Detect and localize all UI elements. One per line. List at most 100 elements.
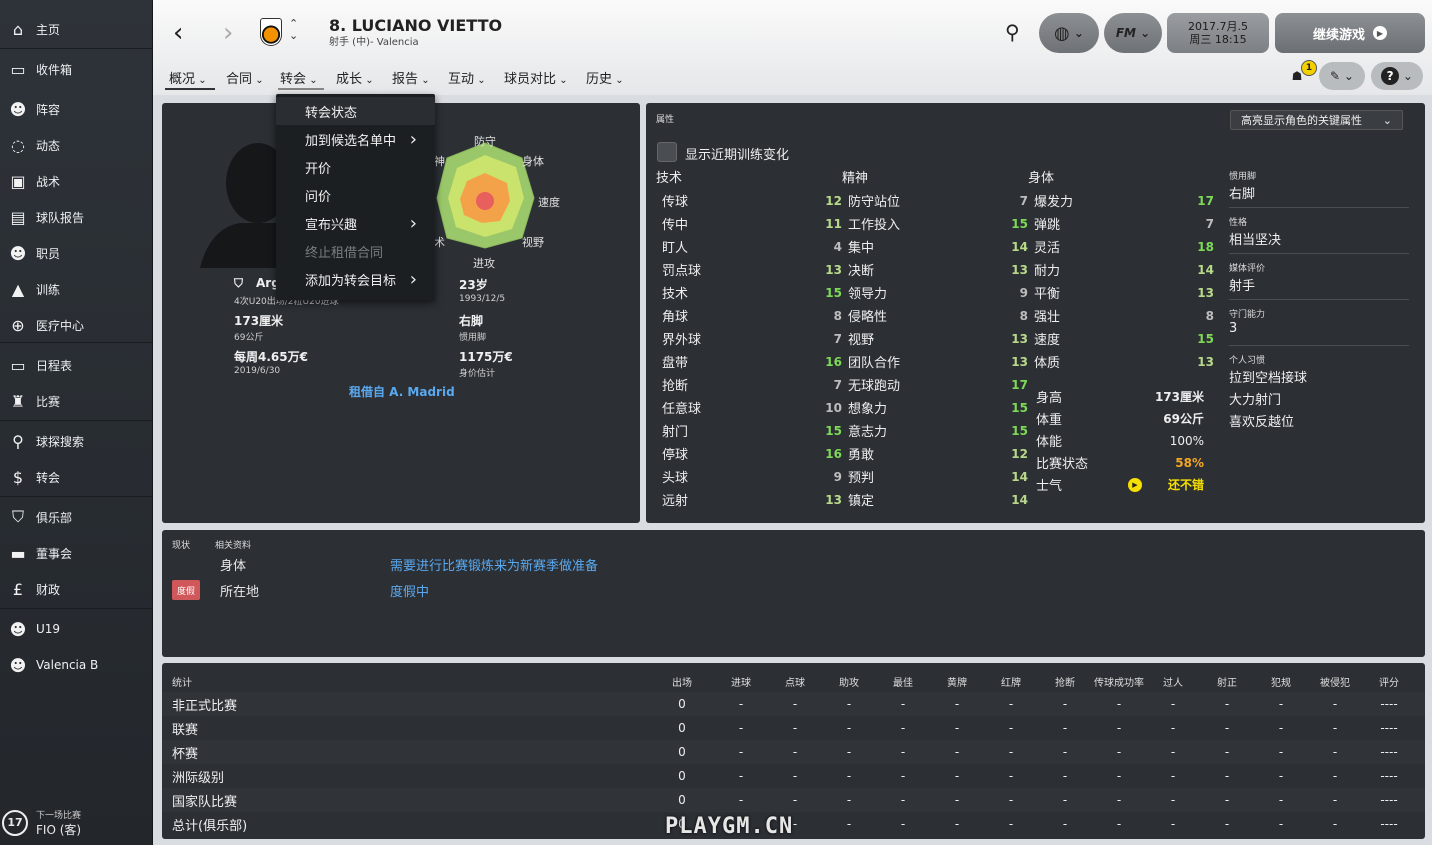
stats-header-6[interactable]: 红牌	[981, 674, 1041, 689]
next-match[interactable]: 17 下一场比赛 FIO (客)	[0, 800, 153, 845]
sidebar-item-3[interactable]: ◌ 动态	[0, 128, 153, 162]
player-switch-icon[interactable]: ⌃ ⌄	[289, 18, 298, 42]
stats-cell: -	[1332, 721, 1338, 735]
stats-header-10[interactable]: 射正	[1197, 674, 1257, 689]
dropdown-item-label: 宣布兴趣	[305, 217, 358, 233]
stats-cell: -	[792, 721, 798, 735]
sidebar-item-9[interactable]: ▭ 日程表	[0, 348, 153, 382]
stats-cell: -	[792, 793, 798, 807]
search-icon[interactable]: ⚲	[1005, 20, 1020, 44]
chevron-down-icon: ⌄	[1382, 113, 1392, 127]
related-tab[interactable]: 相关资料	[215, 538, 251, 551]
tab-0[interactable]: 概况 ⌄	[169, 68, 207, 87]
chevron-right-icon: ›	[409, 212, 417, 234]
date-display[interactable]: 2017.7月.5 周三 18:15	[1167, 13, 1269, 53]
sidebar-item-11[interactable]: ⚲ 球探搜索	[0, 424, 153, 458]
sidebar-item-17[interactable]: ☻ Valencia B	[0, 648, 153, 682]
continue-label: 继续游戏	[1312, 27, 1365, 43]
sidebar-item-12[interactable]: $ 转会	[0, 460, 153, 494]
tab-3[interactable]: 成长 ⌄	[336, 68, 374, 87]
stats-header-1[interactable]: 进球	[711, 674, 771, 689]
stats-header-4[interactable]: 最佳	[873, 674, 933, 689]
attribute-name: 传中	[662, 218, 689, 233]
sidebar-item-1[interactable]: ▭ 收件箱	[0, 52, 153, 86]
stats-cell: -	[1278, 745, 1284, 759]
sidebar-item-8[interactable]: ⊕ 医疗中心	[0, 308, 153, 342]
sidebar-item-6[interactable]: ☻ 职员	[0, 236, 153, 270]
forward-arrow-icon[interactable]: ›	[223, 20, 233, 46]
stats-header-12[interactable]: 被侵犯	[1305, 674, 1365, 689]
sidebar-item-5[interactable]: ▤ 球队报告	[0, 200, 153, 234]
stats-header-0[interactable]: 出场	[652, 674, 712, 689]
tab-4[interactable]: 报告 ⌄	[392, 68, 430, 87]
club-crest-icon[interactable]	[260, 18, 282, 46]
stats-cell: -	[1008, 769, 1014, 783]
sidebar-item-13[interactable]: ⛉ 俱乐部	[0, 500, 153, 534]
stats-cell: -	[1116, 817, 1122, 831]
stats-cell: -	[1224, 817, 1230, 831]
sidebar-item-7[interactable]: ▲ 训练	[0, 272, 153, 306]
training-changes-checkbox[interactable]	[657, 142, 677, 162]
stats-cell: -	[954, 721, 960, 735]
stats-header-5[interactable]: 黄牌	[927, 674, 987, 689]
stats-header-11[interactable]: 犯规	[1251, 674, 1311, 689]
fm-menu-button[interactable]: FM ⌄	[1104, 13, 1162, 53]
stats-header-3[interactable]: 助攻	[819, 674, 879, 689]
squad-icon: ☻	[9, 99, 27, 119]
tab-5[interactable]: 互动 ⌄	[448, 68, 486, 87]
tab-6[interactable]: 球员对比 ⌄	[504, 68, 568, 87]
status-tab[interactable]: 现状	[172, 538, 190, 551]
stats-cell: -	[1170, 745, 1176, 759]
stats-header-9[interactable]: 过人	[1143, 674, 1203, 689]
stats-header-8[interactable]: 传球成功率	[1089, 674, 1149, 689]
dynamics-icon: ◌	[11, 135, 25, 155]
radar-label-bottom: 进攻	[473, 257, 495, 270]
stats-header-2[interactable]: 点球	[765, 674, 825, 689]
dropdown-item-6[interactable]: 添加为转会目标 ›	[276, 265, 435, 293]
status-row-label: 所在地	[220, 585, 260, 600]
tab-7[interactable]: 历史 ⌄	[586, 68, 624, 87]
side-heading: 个人习惯	[1229, 356, 1266, 366]
dropdown-item-1[interactable]: 加到候选名单中 ›	[276, 125, 435, 153]
physical-extra-row: 士气 还不错 ▶	[1036, 473, 1204, 496]
sidebar-item-0[interactable]: ⌂ 主页	[0, 12, 153, 46]
stats-row-label: 杯赛	[172, 746, 199, 762]
attribute-value: 14	[1197, 262, 1214, 277]
loan-link[interactable]: 租借自 A. Madrid	[349, 383, 455, 400]
back-arrow-icon[interactable]: ‹	[173, 20, 183, 46]
tab-1[interactable]: 合同 ⌄	[226, 68, 264, 87]
dropdown-item-3[interactable]: 问价	[276, 181, 435, 209]
tab-2[interactable]: 转会 ⌄	[280, 68, 318, 87]
globe-menu-button[interactable]: ◍ ⌄	[1039, 13, 1099, 53]
sidebar-item-14[interactable]: ▬ 董事会	[0, 536, 153, 570]
attribute-name: 速度	[1034, 333, 1061, 348]
dropdown-item-0[interactable]: 转会状态	[276, 97, 435, 125]
highlight-role-dropdown[interactable]: 高亮显示角色的关键属性 ⌄	[1230, 110, 1403, 130]
sidebar-item-10[interactable]: ♜ 比赛	[0, 384, 153, 418]
help-menu-button[interactable]: ? ⌄	[1371, 62, 1423, 90]
tab-label: 历史	[586, 72, 613, 87]
continue-button[interactable]: 继续游戏 ▶	[1275, 13, 1425, 53]
technical-row: 远射 13	[662, 488, 842, 511]
stats-row-label: 非正式比赛	[172, 698, 238, 714]
dropdown-item-2[interactable]: 开价	[276, 153, 435, 181]
edit-menu-button[interactable]: ✎ ⌄	[1319, 62, 1365, 90]
sidebar-item-4[interactable]: ▣ 战术	[0, 164, 153, 198]
stats-cell: -	[954, 793, 960, 807]
attribute-name: 预判	[848, 471, 875, 486]
side-divider	[1229, 207, 1409, 208]
sidebar-item-label: 阵容	[36, 102, 61, 117]
sidebar-item-16[interactable]: ☻ U19	[0, 612, 153, 646]
tab-label: 报告	[392, 72, 419, 87]
technical-row: 罚点球 13	[662, 258, 842, 281]
attribute-value: 13	[1011, 354, 1028, 369]
stats-header-7[interactable]: 抢断	[1035, 674, 1095, 689]
stats-cell: -	[1278, 697, 1284, 711]
sidebar-item-15[interactable]: £ 财政	[0, 572, 153, 606]
dropdown-item-5: 终止租借合同	[276, 237, 435, 265]
stats-cell: -	[1008, 745, 1014, 759]
sidebar-item-2[interactable]: ☻ 阵容	[0, 92, 153, 126]
dropdown-item-4[interactable]: 宣布兴趣 ›	[276, 209, 435, 237]
side-divider	[1229, 253, 1409, 254]
stats-header-13[interactable]: 评分	[1359, 674, 1419, 689]
